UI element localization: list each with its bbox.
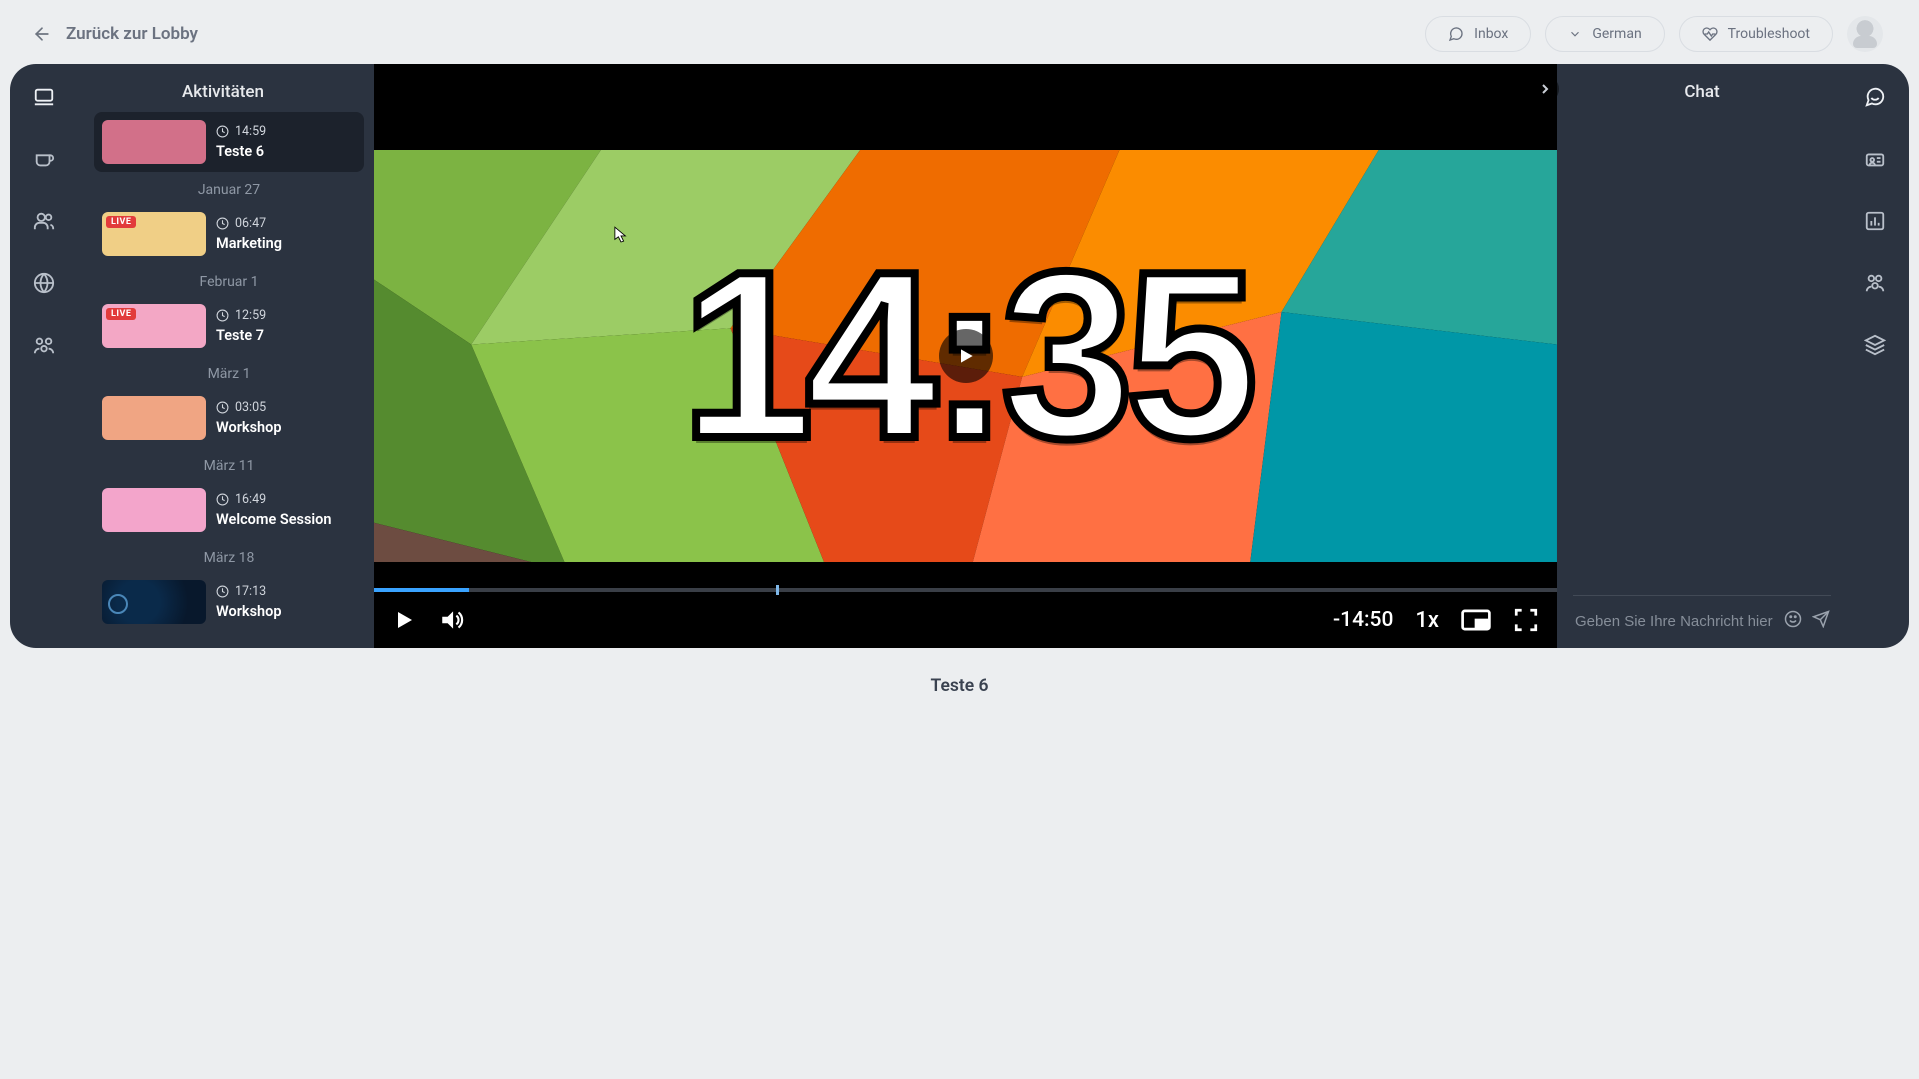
activity-thumbnail [102,488,206,532]
coffee-icon[interactable] [33,148,55,170]
live-badge: LIVE [106,308,136,320]
attendees-icon[interactable] [1864,272,1886,294]
video-progress-fill [374,588,469,592]
send-icon[interactable] [1812,610,1830,632]
activity-item[interactable]: 17:13 Workshop [94,572,364,632]
globe-icon[interactable] [33,272,55,294]
activity-title: Teste 7 [216,327,266,344]
chat-input-row [1573,595,1831,648]
top-header: Zurück zur Lobby Inbox German Troublesho… [0,0,1919,64]
activity-title: Teste 6 [216,143,266,160]
chat-title: Chat [1557,64,1847,112]
chat-body [1557,112,1847,595]
group-icon[interactable] [33,334,55,356]
activity-time: 12:59 [216,308,266,323]
activity-time: 16:49 [216,492,331,507]
activity-item[interactable]: 03:05 Workshop [94,388,364,448]
chat-input[interactable] [1575,613,1774,630]
language-label: German [1592,26,1641,42]
date-separator: März 1 [94,356,364,388]
playback-speed[interactable]: 1x [1415,608,1439,633]
activity-thumbnail [102,580,206,624]
header-left: Zurück zur Lobby [32,24,198,44]
poll-icon[interactable] [1864,210,1886,232]
play-overlay-button[interactable] [939,329,993,383]
left-rail [10,64,72,648]
activity-time: 03:05 [216,400,282,415]
video-controls: -14:50 1x [374,592,1557,648]
date-separator: März 11 [94,448,364,480]
activity-item[interactable]: 14:59 Teste 6 [94,112,364,172]
back-arrow-icon[interactable] [32,24,52,44]
activity-thumbnail: LIVE [102,212,206,256]
video-frame[interactable]: 14:35 [374,150,1557,562]
activity-title: Welcome Session [216,511,331,528]
language-button[interactable]: German [1545,16,1664,52]
play-button[interactable] [392,607,416,633]
troubleshoot-button[interactable]: Troubleshoot [1679,16,1833,52]
presenter-icon[interactable] [1864,148,1886,170]
user-avatar[interactable] [1847,16,1883,52]
activity-title: Workshop [216,603,282,620]
right-rail [1847,64,1909,648]
chat-icon[interactable] [1864,86,1886,108]
date-separator: März 18 [94,540,364,572]
video-area: 14:35 -14:50 1x [374,64,1557,648]
activity-time: 14:59 [216,124,266,139]
time-remaining: -14:50 [1333,608,1393,632]
activity-thumbnail: LIVE [102,304,206,348]
activity-time: 17:13 [216,584,282,599]
inbox-label: Inbox [1474,26,1508,42]
pip-button[interactable] [1461,608,1491,632]
troubleshoot-label: Troubleshoot [1728,26,1810,42]
video-scrub-marker [776,585,779,595]
session-title: Teste 6 [0,676,1919,696]
activity-thumbnail [102,120,206,164]
date-separator: Februar 1 [94,264,364,296]
inbox-button[interactable]: Inbox [1425,16,1531,52]
date-separator: Januar 27 [94,172,364,204]
activity-title: Marketing [216,235,282,252]
activity-list[interactable]: 14:59 Teste 6 Januar 27 LIVE 06:47 Marketing F… [72,112,374,648]
activity-time: 06:47 [216,216,282,231]
fullscreen-button[interactable] [1513,607,1539,633]
activities-sidebar: Aktivitäten 14:59 Teste 6 Januar 27 LIVE 06:… [72,64,374,648]
users-icon[interactable] [33,210,55,232]
volume-button[interactable] [438,607,466,633]
emoji-icon[interactable] [1784,610,1802,632]
video-progress-bar[interactable] [374,588,1557,592]
activity-item[interactable]: 16:49 Welcome Session [94,480,364,540]
header-right: Inbox German Troubleshoot [1425,16,1883,52]
sidebar-title: Aktivitäten [72,64,374,112]
next-chevron-icon[interactable] [1531,75,1559,103]
activity-item[interactable]: LIVE 12:59 Teste 7 [94,296,364,356]
layers-icon[interactable] [1864,334,1886,356]
activity-title: Workshop [216,419,282,436]
laptop-icon[interactable] [33,86,55,108]
activity-thumbnail [102,396,206,440]
lobby-title[interactable]: Zurück zur Lobby [66,24,198,44]
workspace: Aktivitäten 14:59 Teste 6 Januar 27 LIVE 06:… [10,64,1909,648]
chat-panel: Chat [1557,64,1847,648]
activity-item[interactable]: LIVE 06:47 Marketing [94,204,364,264]
live-badge: LIVE [106,216,136,228]
